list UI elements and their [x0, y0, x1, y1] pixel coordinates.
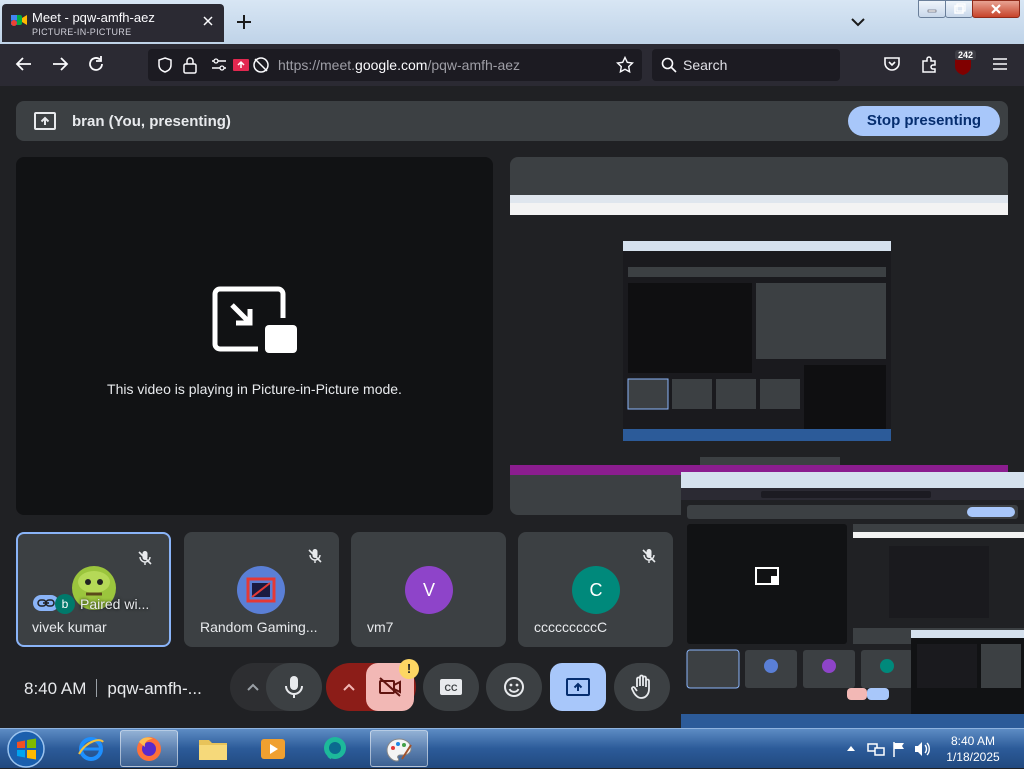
mic-off-icon: [308, 549, 322, 563]
avatar: V: [405, 566, 453, 614]
participant-tile-cccccccccc[interactable]: C cccccccccC: [518, 532, 673, 647]
avatar: [237, 566, 285, 614]
system-time: 8:40 AM: [950, 734, 996, 748]
forward-arrow-icon[interactable]: [50, 54, 70, 74]
taskbar-paint[interactable]: [370, 730, 428, 767]
screen-share-indicator-icon[interactable]: [232, 56, 250, 74]
search-bar[interactable]: Search: [652, 49, 840, 81]
permissions-icon[interactable]: [210, 57, 228, 73]
paint-palette-icon: [386, 738, 412, 762]
picture-in-picture-icon: [212, 286, 297, 353]
pip-message: This video is playing in Picture-in-Pict…: [107, 381, 402, 397]
mic-off-icon: [138, 551, 152, 565]
captions-button[interactable]: CC: [423, 663, 479, 711]
lock-icon[interactable]: [182, 56, 198, 74]
stop-presenting-button[interactable]: Stop presenting: [848, 106, 1000, 136]
shield-icon[interactable]: [156, 56, 174, 74]
camera-off-icon: [379, 677, 401, 697]
participant-name: Random Gaming...: [200, 619, 318, 635]
mic-off-icon: [642, 549, 656, 563]
taskbar-internet-explorer[interactable]: [62, 730, 120, 767]
windows-start-icon[interactable]: [4, 729, 48, 769]
meeting-time: 8:40 AM: [24, 679, 87, 698]
system-clock[interactable]: 8:40 AM 1/18/2025: [927, 733, 1019, 765]
bookmark-star-icon[interactable]: [616, 56, 634, 74]
system-date: 1/18/2025: [946, 750, 1000, 764]
closed-captions-icon: CC: [440, 679, 462, 695]
back-arrow-icon[interactable]: [14, 54, 34, 74]
chevron-up-icon: [247, 683, 259, 691]
participant-tile-random-gaming[interactable]: Random Gaming...: [184, 532, 339, 647]
hamburger-menu-icon[interactable]: [990, 54, 1010, 74]
camera-alert-badge: !: [399, 659, 419, 679]
chat-app-icon: [324, 737, 346, 760]
present-now-button[interactable]: [550, 663, 606, 711]
meet-favicon-icon: [11, 15, 27, 26]
extension-badge: 242: [955, 50, 977, 60]
microphone-icon: [285, 676, 303, 698]
meeting-code: pqw-amfh-...: [107, 679, 202, 698]
taskbar-media-player[interactable]: [244, 730, 302, 767]
microphone-button[interactable]: [266, 663, 322, 711]
emoji-icon: [504, 677, 524, 697]
windows-taskbar: 8:40 AM 1/18/2025: [0, 728, 1024, 768]
media-player-icon: [261, 739, 285, 759]
folder-icon: [199, 740, 227, 760]
present-screen-icon: [566, 678, 590, 696]
raise-hand-button[interactable]: [614, 663, 670, 711]
shared-screen-preview: [510, 157, 1008, 515]
svg-text:CC: CC: [445, 683, 458, 693]
participant-name: cccccccccC: [534, 619, 608, 635]
presenting-banner: bran (You, presenting) Stop presenting: [16, 101, 1008, 141]
search-placeholder: Search: [683, 57, 728, 73]
tab-subtitle: PICTURE-IN-PICTURE: [32, 27, 132, 37]
picture-in-picture-window[interactable]: [681, 472, 1024, 730]
meeting-time-and-code: 8:40 AM pqw-amfh-...: [24, 679, 202, 699]
firefox-icon: [137, 737, 161, 761]
emoji-reactions-button[interactable]: [486, 663, 542, 711]
browser-titlebar: Meet - pqw-amfh-aez PICTURE-IN-PICTURE: [0, 0, 1024, 44]
window-minimize-button[interactable]: [918, 0, 946, 18]
taskbar-chat-app[interactable]: [306, 730, 364, 767]
participant-name: vivek kumar: [32, 619, 107, 635]
search-icon: [661, 57, 677, 73]
camera-off-indicator-icon[interactable]: [252, 56, 270, 74]
reload-icon[interactable]: [86, 54, 106, 74]
avatar: C: [572, 566, 620, 614]
pocket-icon[interactable]: [882, 54, 902, 74]
action-center-flag-icon[interactable]: [891, 740, 907, 758]
pip-window-content: [681, 472, 1024, 730]
tray-expand-icon[interactable]: [845, 743, 857, 753]
taskbar-file-explorer[interactable]: [184, 730, 242, 767]
taskbar-firefox[interactable]: [120, 730, 178, 767]
paired-label: Paired wi...: [80, 596, 150, 612]
browser-tab-meet[interactable]: Meet - pqw-amfh-aez PICTURE-IN-PICTURE: [2, 4, 224, 42]
present-screen-icon: [34, 112, 56, 130]
internet-explorer-icon: [78, 737, 104, 761]
paired-initial-avatar: b: [55, 594, 75, 614]
participant-name: vm7: [367, 619, 394, 635]
url-bar[interactable]: https://meet.google.com/pqw-amfh-aez: [148, 49, 642, 81]
extensions-puzzle-icon[interactable]: [919, 54, 939, 74]
url-text: https://meet.google.com/pqw-amfh-aez: [278, 57, 521, 73]
chevron-down-icon[interactable]: [850, 14, 866, 30]
chevron-up-icon: [343, 683, 355, 691]
presenting-label: bran (You, presenting): [72, 113, 231, 130]
tab-title: Meet - pqw-amfh-aez: [32, 10, 155, 25]
network-icon[interactable]: [867, 740, 885, 758]
window-restore-button[interactable]: [945, 0, 973, 18]
new-tab-icon[interactable]: [234, 12, 254, 32]
pip-placeholder-panel: This video is playing in Picture-in-Pict…: [16, 157, 493, 515]
close-tab-icon[interactable]: [200, 13, 216, 29]
participant-tile-vivek-kumar[interactable]: b Paired wi... vivek kumar: [16, 532, 171, 647]
window-close-button[interactable]: [972, 0, 1020, 18]
browser-toolbar: https://meet.google.com/pqw-amfh-aez Sea…: [0, 44, 1024, 86]
participant-tile-vm7[interactable]: V vm7: [351, 532, 506, 647]
raise-hand-icon: [631, 674, 650, 699]
shared-screen-thumbnail: [510, 195, 1008, 475]
